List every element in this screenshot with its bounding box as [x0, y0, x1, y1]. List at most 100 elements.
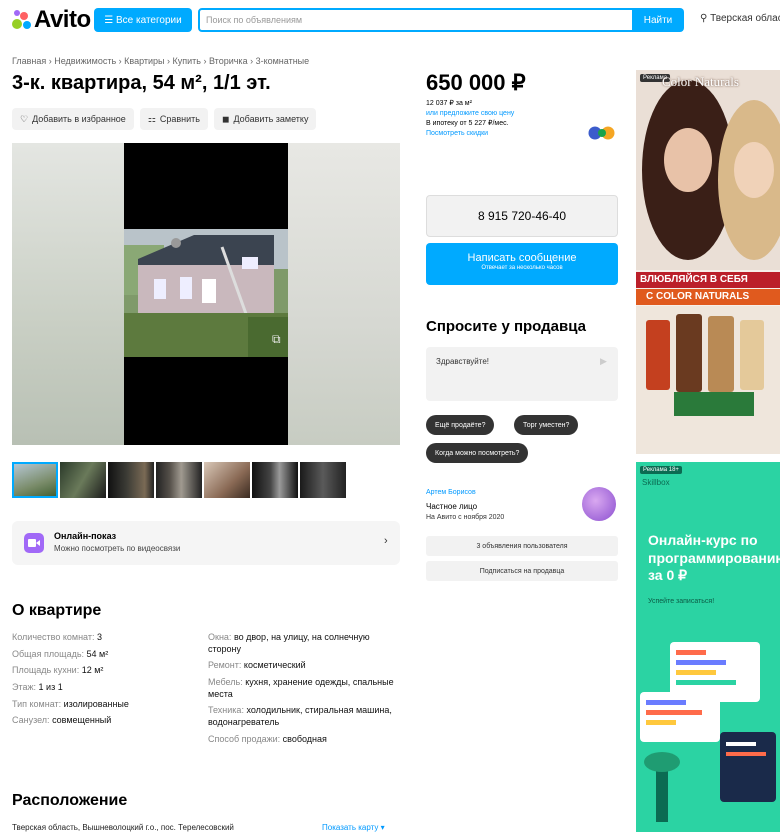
add-to-favorites-button[interactable]: ♡ Добавить в избранное [12, 108, 134, 130]
thumbnail[interactable] [108, 462, 154, 498]
address: Тверская область, Вышневолоцкий г.о., по… [12, 823, 234, 832]
ad-illustration [640, 642, 776, 822]
add-to-favorites-label: Добавить в избранное [32, 114, 126, 124]
param-key: Техника: [208, 705, 244, 716]
compare-icon: ⚏ [147, 113, 156, 124]
thumbnail[interactable] [204, 462, 250, 498]
seller-name-link[interactable]: Артем Борисов [426, 489, 476, 496]
param-value: изолированные [63, 698, 129, 709]
ad-headline: Онлайн-курс по программированию за 0 ₽ [648, 532, 780, 583]
param-row: Площадь кухни: 12 м² [12, 665, 192, 677]
avito-logo[interactable]: Avito [12, 6, 91, 34]
param-key: Мебель: [208, 677, 243, 688]
param-value: совмещенный [52, 715, 112, 726]
param-value: 3 [96, 632, 102, 642]
show-phone-button[interactable]: 8 915 720-46-40 [426, 195, 618, 237]
online-viewing-subtitle: Можно посмотреть по видеосвязи [54, 544, 181, 553]
thumbnail[interactable] [12, 462, 58, 498]
ad-brand: Skillbox [642, 478, 670, 487]
gallery-blur-right [288, 143, 400, 445]
response-time-note: Отвечает за несколько часов [481, 265, 563, 271]
param-value: во двор, на улицу, на солнечную сторону [208, 632, 370, 654]
discounts-link[interactable]: Посмотреть скидки [426, 129, 514, 139]
quick-question-chip[interactable]: Торг уместен? [514, 415, 579, 435]
thumbnail[interactable] [300, 462, 346, 498]
logo-dots-icon [12, 10, 32, 30]
param-row: Этаж: 1 из 1 [12, 682, 192, 694]
location-title: Расположение [12, 792, 128, 809]
online-viewing-title: Онлайн-показ [54, 531, 117, 541]
chevron-right-icon: › [384, 535, 388, 547]
param-value: косметический [243, 660, 306, 671]
thumbnail[interactable] [156, 462, 202, 498]
all-categories-button[interactable]: ☰ Все категории [94, 8, 192, 32]
ad-badge: Реклама 18+ [640, 466, 682, 474]
param-row: Тип комнат: изолированные [12, 699, 192, 711]
ad-banner-programming-course[interactable]: Реклама 18+ Skillbox Онлайн-курс по прог… [636, 462, 780, 832]
region-selector[interactable]: ⚲ Тверская область [700, 13, 780, 24]
online-viewing-banner[interactable]: Онлайн-показ Можно посмотреть по видеосв… [12, 521, 400, 565]
heart-icon: ♡ [20, 113, 29, 124]
ask-seller-title: Спросите у продавца [426, 318, 586, 335]
ask-message-text: Здравствуйте! [436, 357, 490, 366]
listing-actions: ♡ Добавить в избранное ⚏ Сравнить ◼ Доба… [12, 108, 317, 130]
param-value: 12 м² [81, 665, 104, 676]
ad-subtitle: Успейте записаться! [648, 598, 715, 605]
seller-type: Частное лицо [426, 502, 478, 511]
seller-avatar[interactable] [582, 487, 616, 521]
param-row: Способ продажи: свободная [208, 734, 396, 746]
price-per-m2: 12 037 ₽ за м² [426, 100, 472, 107]
param-row: Окна: во двор, на улицу, на солнечную ст… [208, 632, 396, 655]
param-row: Санузел: совмещенный [12, 715, 192, 727]
param-key: Ремонт: [208, 660, 242, 671]
send-icon[interactable]: ▶ [600, 356, 607, 367]
write-message-label: Написать сообщение [467, 252, 577, 264]
search-input[interactable]: Поиск по объявлениям [198, 8, 634, 32]
video-call-icon [24, 533, 44, 553]
param-key: Окна: [208, 632, 232, 642]
params-right: Окна: во двор, на улицу, на солнечную ст… [208, 632, 396, 751]
thumbnail[interactable] [252, 462, 298, 498]
svg-text:⧉: ⧉ [272, 332, 281, 346]
add-note-button[interactable]: ◼ Добавить заметку [214, 108, 317, 130]
logo-text: Avito [34, 6, 91, 33]
thumbnail-strip [12, 462, 346, 498]
show-map-link[interactable]: Показать карту ▾ [322, 823, 385, 832]
about-title: О квартире [12, 602, 102, 619]
price-details: 12 037 ₽ за м² или предложите свою цену … [426, 99, 514, 140]
param-key: Площадь кухни: [12, 665, 80, 676]
compare-label: Сравнить [159, 114, 200, 124]
quick-question-chip[interactable]: Ещё продаёте? [426, 415, 495, 435]
ad-banner-hair-color[interactable]: Реклама Color Naturals ВЛЮБЛЯЙСЯ В СЕБЯ … [636, 70, 780, 454]
photo-gallery[interactable]: ⧉ [12, 143, 400, 445]
add-note-label: Добавить заметку [233, 114, 309, 124]
param-key: Общая площадь: [12, 648, 85, 659]
param-row: Общая площадь: 54 м² [12, 649, 192, 661]
param-value: 1 из 1 [38, 682, 63, 693]
gallery-blur-left [12, 143, 124, 445]
ad-slogan: С COLOR NATURALS [636, 289, 780, 305]
subscribe-seller-button[interactable]: Подписаться на продавца [426, 561, 618, 581]
param-value: 54 м² [86, 648, 109, 659]
house-photo: ⧉ [124, 229, 288, 357]
param-row: Ремонт: косметический [208, 660, 396, 672]
bank-logos-icon [588, 126, 616, 140]
ad-hair-color-artwork [636, 70, 780, 454]
quick-question-chip[interactable]: Когда можно посмотреть? [426, 443, 529, 463]
offer-price-link[interactable]: или предложите свою цену [426, 109, 514, 119]
param-key: Способ продажи: [208, 733, 281, 744]
param-value: свободная [282, 733, 327, 744]
ask-message-input[interactable]: Здравствуйте! ▶ [426, 347, 618, 401]
breadcrumb[interactable]: Главная › Недвижимость › Квартиры › Купи… [12, 56, 309, 66]
param-key: Санузел: [12, 715, 50, 726]
write-message-button[interactable]: Написать сообщение Отвечает за несколько… [426, 243, 618, 285]
param-key: Этаж: [12, 682, 37, 693]
search-button[interactable]: Найти [632, 8, 684, 32]
ad-brand: Color Naturals [662, 74, 739, 89]
thumbnail[interactable] [60, 462, 106, 498]
page-title: 3-к. квартира, 54 м², 1/1 эт. [12, 72, 271, 94]
param-key: Тип комнат: [12, 698, 62, 709]
param-key: Количество комнат: [12, 632, 95, 642]
compare-button[interactable]: ⚏ Сравнить [139, 108, 208, 130]
seller-listings-button[interactable]: 3 объявления пользователя [426, 536, 618, 556]
